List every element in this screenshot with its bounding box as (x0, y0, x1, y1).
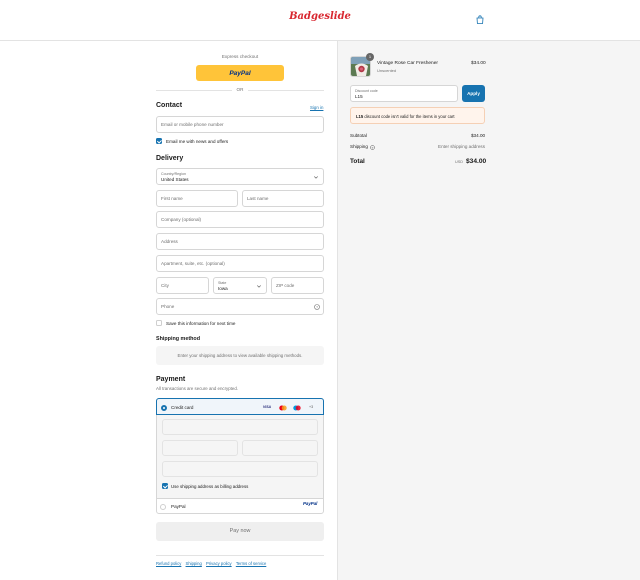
credit-card-radio[interactable] (161, 404, 167, 411)
svg-text:?: ? (316, 306, 318, 310)
product-name: Vintage Rose Car Freshener (377, 61, 438, 66)
shipping-method-message: Enter your shipping address to view avai… (177, 353, 303, 358)
total-value: $34.00 (466, 157, 487, 165)
card-fields-area: Use shipping address as billing address (157, 415, 323, 498)
terms-of-service-link[interactable]: Terms of service (236, 561, 266, 566)
express-checkout-title: Express checkout (221, 54, 259, 59)
visa-icon: VISA (263, 405, 271, 409)
country-value: United States (161, 177, 189, 182)
shipping-value: Enter shipping address (438, 144, 485, 149)
product-quantity-badge: 1 (366, 53, 374, 61)
sign-in-link[interactable]: Sign in (310, 105, 323, 110)
apply-label: Apply (467, 90, 480, 96)
last-name-placeholder: Last name (247, 196, 269, 201)
first-name-placeholder: First name (161, 196, 183, 201)
card-cvv-field[interactable] (242, 440, 318, 456)
paypal-option[interactable]: PayPal PayPal (157, 498, 323, 514)
error-text: discount code isn't valid for the items … (363, 113, 455, 119)
footer-links: Refund policy Shipping Privacy policy Te… (156, 561, 266, 566)
discount-code-value: L15 (355, 94, 363, 99)
shipping-label: Shipping (350, 144, 368, 149)
paypal-radio[interactable] (160, 503, 166, 510)
checkout-main: Express checkout PayPal OR Contact Sign … (0, 41, 337, 580)
shipping-method-heading: Shipping method (156, 336, 201, 342)
country-label: Country/Region (161, 171, 186, 176)
company-field[interactable]: Company (optional) (156, 211, 324, 228)
state-value: Iowa (218, 286, 228, 291)
currency-code: USD (455, 160, 464, 164)
refund-policy-link[interactable]: Refund policy (156, 561, 181, 566)
email-field[interactable]: Email or mobile phone number (156, 116, 324, 133)
phone-field[interactable]: Phone ? (156, 298, 324, 315)
apply-discount-button[interactable]: Apply (462, 85, 485, 102)
discount-code-field[interactable]: Discount code L15 (350, 85, 458, 102)
card-name-field[interactable] (162, 461, 318, 477)
mastercard-icon (279, 405, 287, 410)
contact-heading: Contact (156, 102, 183, 109)
state-label: State (218, 280, 227, 285)
maestro-icon (293, 405, 301, 410)
subtotal-value: $34.00 (471, 133, 486, 138)
phone-placeholder: Phone (161, 304, 175, 309)
chevron-down-icon (314, 176, 318, 179)
site-header: Badgeslide (0, 0, 640, 41)
pay-now-label: Pay now (229, 528, 251, 534)
shopping-bag-icon[interactable] (476, 15, 484, 24)
paypal-logo: PayPal (303, 500, 318, 506)
address-field[interactable]: Address (156, 233, 324, 250)
delivery-heading: Delivery (156, 155, 184, 162)
or-divider-label: OR (236, 87, 244, 92)
company-placeholder: Company (optional) (161, 217, 202, 222)
or-divider-right (248, 89, 324, 91)
news-checkbox[interactable] (156, 138, 162, 144)
payment-subtitle: All transactions are secure and encrypte… (156, 386, 239, 391)
chevron-down-icon (257, 285, 261, 288)
apartment-field[interactable]: Apartment, suite, etc. (optional) (156, 255, 324, 272)
billing-address-checkbox[interactable] (162, 483, 168, 489)
subtotal-label: Subtotal (350, 133, 367, 138)
or-divider-left (156, 89, 232, 91)
discount-code-label: Discount code (355, 88, 378, 93)
discount-error-banner: L15 discount code isn't valid for the it… (350, 107, 485, 124)
more-cards-badge: +3 (309, 405, 314, 409)
credit-card-label: Credit card (171, 404, 194, 410)
save-info-checkbox[interactable] (156, 320, 162, 326)
payment-methods: Credit card VISA +3 Use shipping address… (156, 398, 324, 514)
billing-address-label: Use shipping address as billing address (171, 484, 249, 489)
address-placeholder: Address (161, 239, 178, 244)
total-label: Total (350, 158, 365, 165)
paypal-logo: PayPal (229, 69, 251, 77)
order-summary: 1 Vintage Rose Car Freshener Unscented $… (337, 41, 640, 580)
help-circle-icon[interactable]: ? (314, 304, 320, 310)
city-field[interactable]: City (156, 277, 209, 294)
card-number-field[interactable] (162, 419, 318, 435)
error-message: L15 discount code isn't valid for the it… (356, 114, 455, 119)
privacy-policy-link[interactable]: Privacy policy (206, 561, 232, 566)
pay-now-button[interactable]: Pay now (156, 522, 324, 541)
zip-field[interactable]: ZIP code (271, 277, 324, 294)
payment-heading: Payment (156, 376, 186, 383)
apartment-placeholder: Apartment, suite, etc. (optional) (161, 261, 225, 266)
country-select[interactable]: Country/Region United States (156, 168, 324, 185)
shipping-policy-link[interactable]: Shipping (186, 561, 202, 566)
first-name-field[interactable]: First name (156, 190, 238, 207)
paypal-option-label: PayPal (171, 504, 186, 509)
last-name-field[interactable]: Last name (242, 190, 324, 207)
product-price: $34.00 (471, 61, 486, 66)
city-placeholder: City (161, 283, 169, 288)
credit-card-option[interactable]: Credit card VISA +3 (156, 398, 324, 415)
shipping-method-box: Enter your shipping address to view avai… (156, 346, 324, 365)
paypal-express-button[interactable]: PayPal (196, 65, 284, 81)
state-select[interactable]: State Iowa (213, 277, 267, 294)
news-label: Email me with news and offers (166, 139, 229, 144)
shipping-info-icon[interactable]: ? (370, 144, 375, 150)
card-expiry-field[interactable] (162, 440, 238, 456)
product-variant: Unscented (377, 68, 397, 73)
footer-divider (156, 555, 324, 556)
store-logo[interactable]: Badgeslide (0, 11, 640, 22)
email-placeholder: Email or mobile phone number (161, 122, 224, 127)
save-info-label: Save this information for next time (166, 321, 236, 326)
zip-placeholder: ZIP code (276, 283, 295, 288)
